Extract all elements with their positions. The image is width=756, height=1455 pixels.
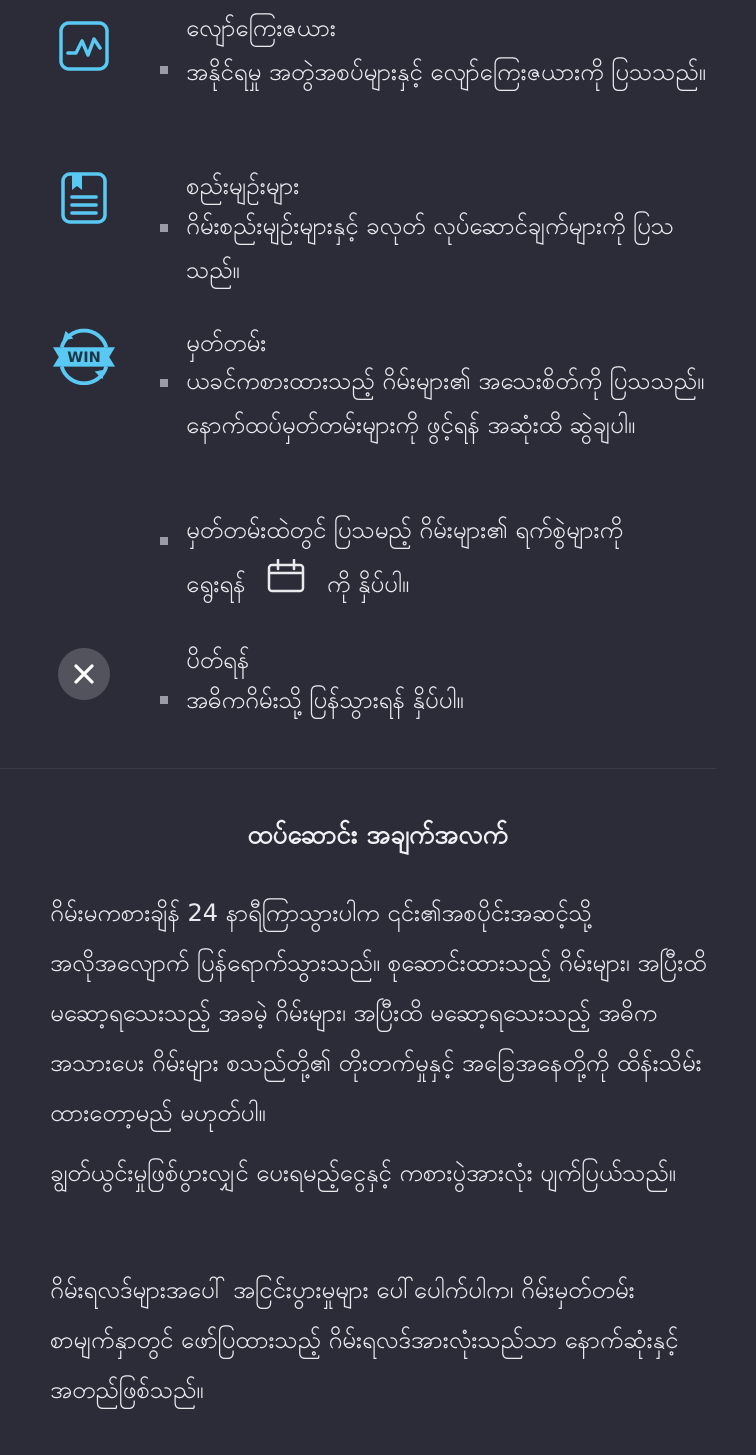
paytable-chart-icon	[52, 14, 116, 78]
calendar-icon	[267, 558, 305, 612]
legend-heading: လျော်ကြေးဇယား	[186, 14, 336, 42]
history-win-icon: WIN	[52, 323, 116, 387]
legend-heading: မှတ်တမ်း	[186, 329, 267, 357]
legend-bullet-text: အဓိကဂိမ်းသို့ ပြန်သွားရန် နှိပ်ပါ။	[186, 686, 464, 714]
additional-info-title: ထပ်ဆောင်း အချက်အလက်	[247, 820, 509, 850]
additional-info-paragraph: ဂိမ်းမကစားချိန် 24 နာရီကြာသွားပါက ၎င်း၏အ…	[50, 899, 707, 1127]
legend-heading: ပိတ်ရန်	[186, 646, 250, 674]
bullet-text-post: ကို နှိပ်ပါ။	[326, 570, 410, 598]
bullet-marker	[160, 696, 168, 704]
bullet-marker	[160, 537, 168, 545]
close-button-preview	[52, 642, 116, 706]
close-icon	[58, 648, 110, 700]
bullet-line: ရွေးရန် ကို နှိပ်ပါ။	[186, 557, 710, 612]
bullet-marker	[160, 224, 168, 232]
rules-document-icon	[52, 166, 116, 230]
bullet-line: မှတ်တမ်းထဲတွင် ပြသမည့် ဂိမ်းများ၏ ရက်စွဲ…	[186, 516, 623, 544]
svg-text:WIN: WIN	[67, 350, 101, 366]
legend-bullet-text: မှတ်တမ်းထဲတွင် ပြသမည့် ဂိမ်းများ၏ ရက်စွဲ…	[186, 503, 710, 612]
legend-bullet-text: အနိုင်ရမှု အတွဲအစပ်များနှင့် လျော်ကြေးဇယ…	[186, 58, 706, 86]
legend-heading: စည်းမျဉ်းများ	[186, 172, 300, 200]
bullet-marker	[160, 66, 168, 74]
help-legend-section: လျော်ကြေးဇယား အနိုင်ရမှု အတွဲအစပ်များနှင…	[0, 0, 716, 769]
bullet-text-pre: ရွေးရန်	[186, 570, 246, 598]
legend-bullet-text: ဂိမ်းစည်းမျဉ်းများနှင့် ခလုတ် လုပ်ဆောင်ခ…	[186, 212, 674, 284]
legend-bullet-text: ယခင်ကစားထားသည့် ဂိမ်းများ၏ အသေးစိတ်ကို ပ…	[186, 367, 705, 439]
additional-info-paragraph: ဂိမ်းရလဒ်များအပေါ် အငြင်းပွားမှုများ ပေါ…	[50, 1276, 679, 1404]
bullet-marker	[160, 379, 168, 387]
additional-info-paragraph: ချွတ်ယွင်းမှုဖြစ်ပွားလျှင် ပေးရမည့်ငွေနှ…	[50, 1159, 676, 1187]
